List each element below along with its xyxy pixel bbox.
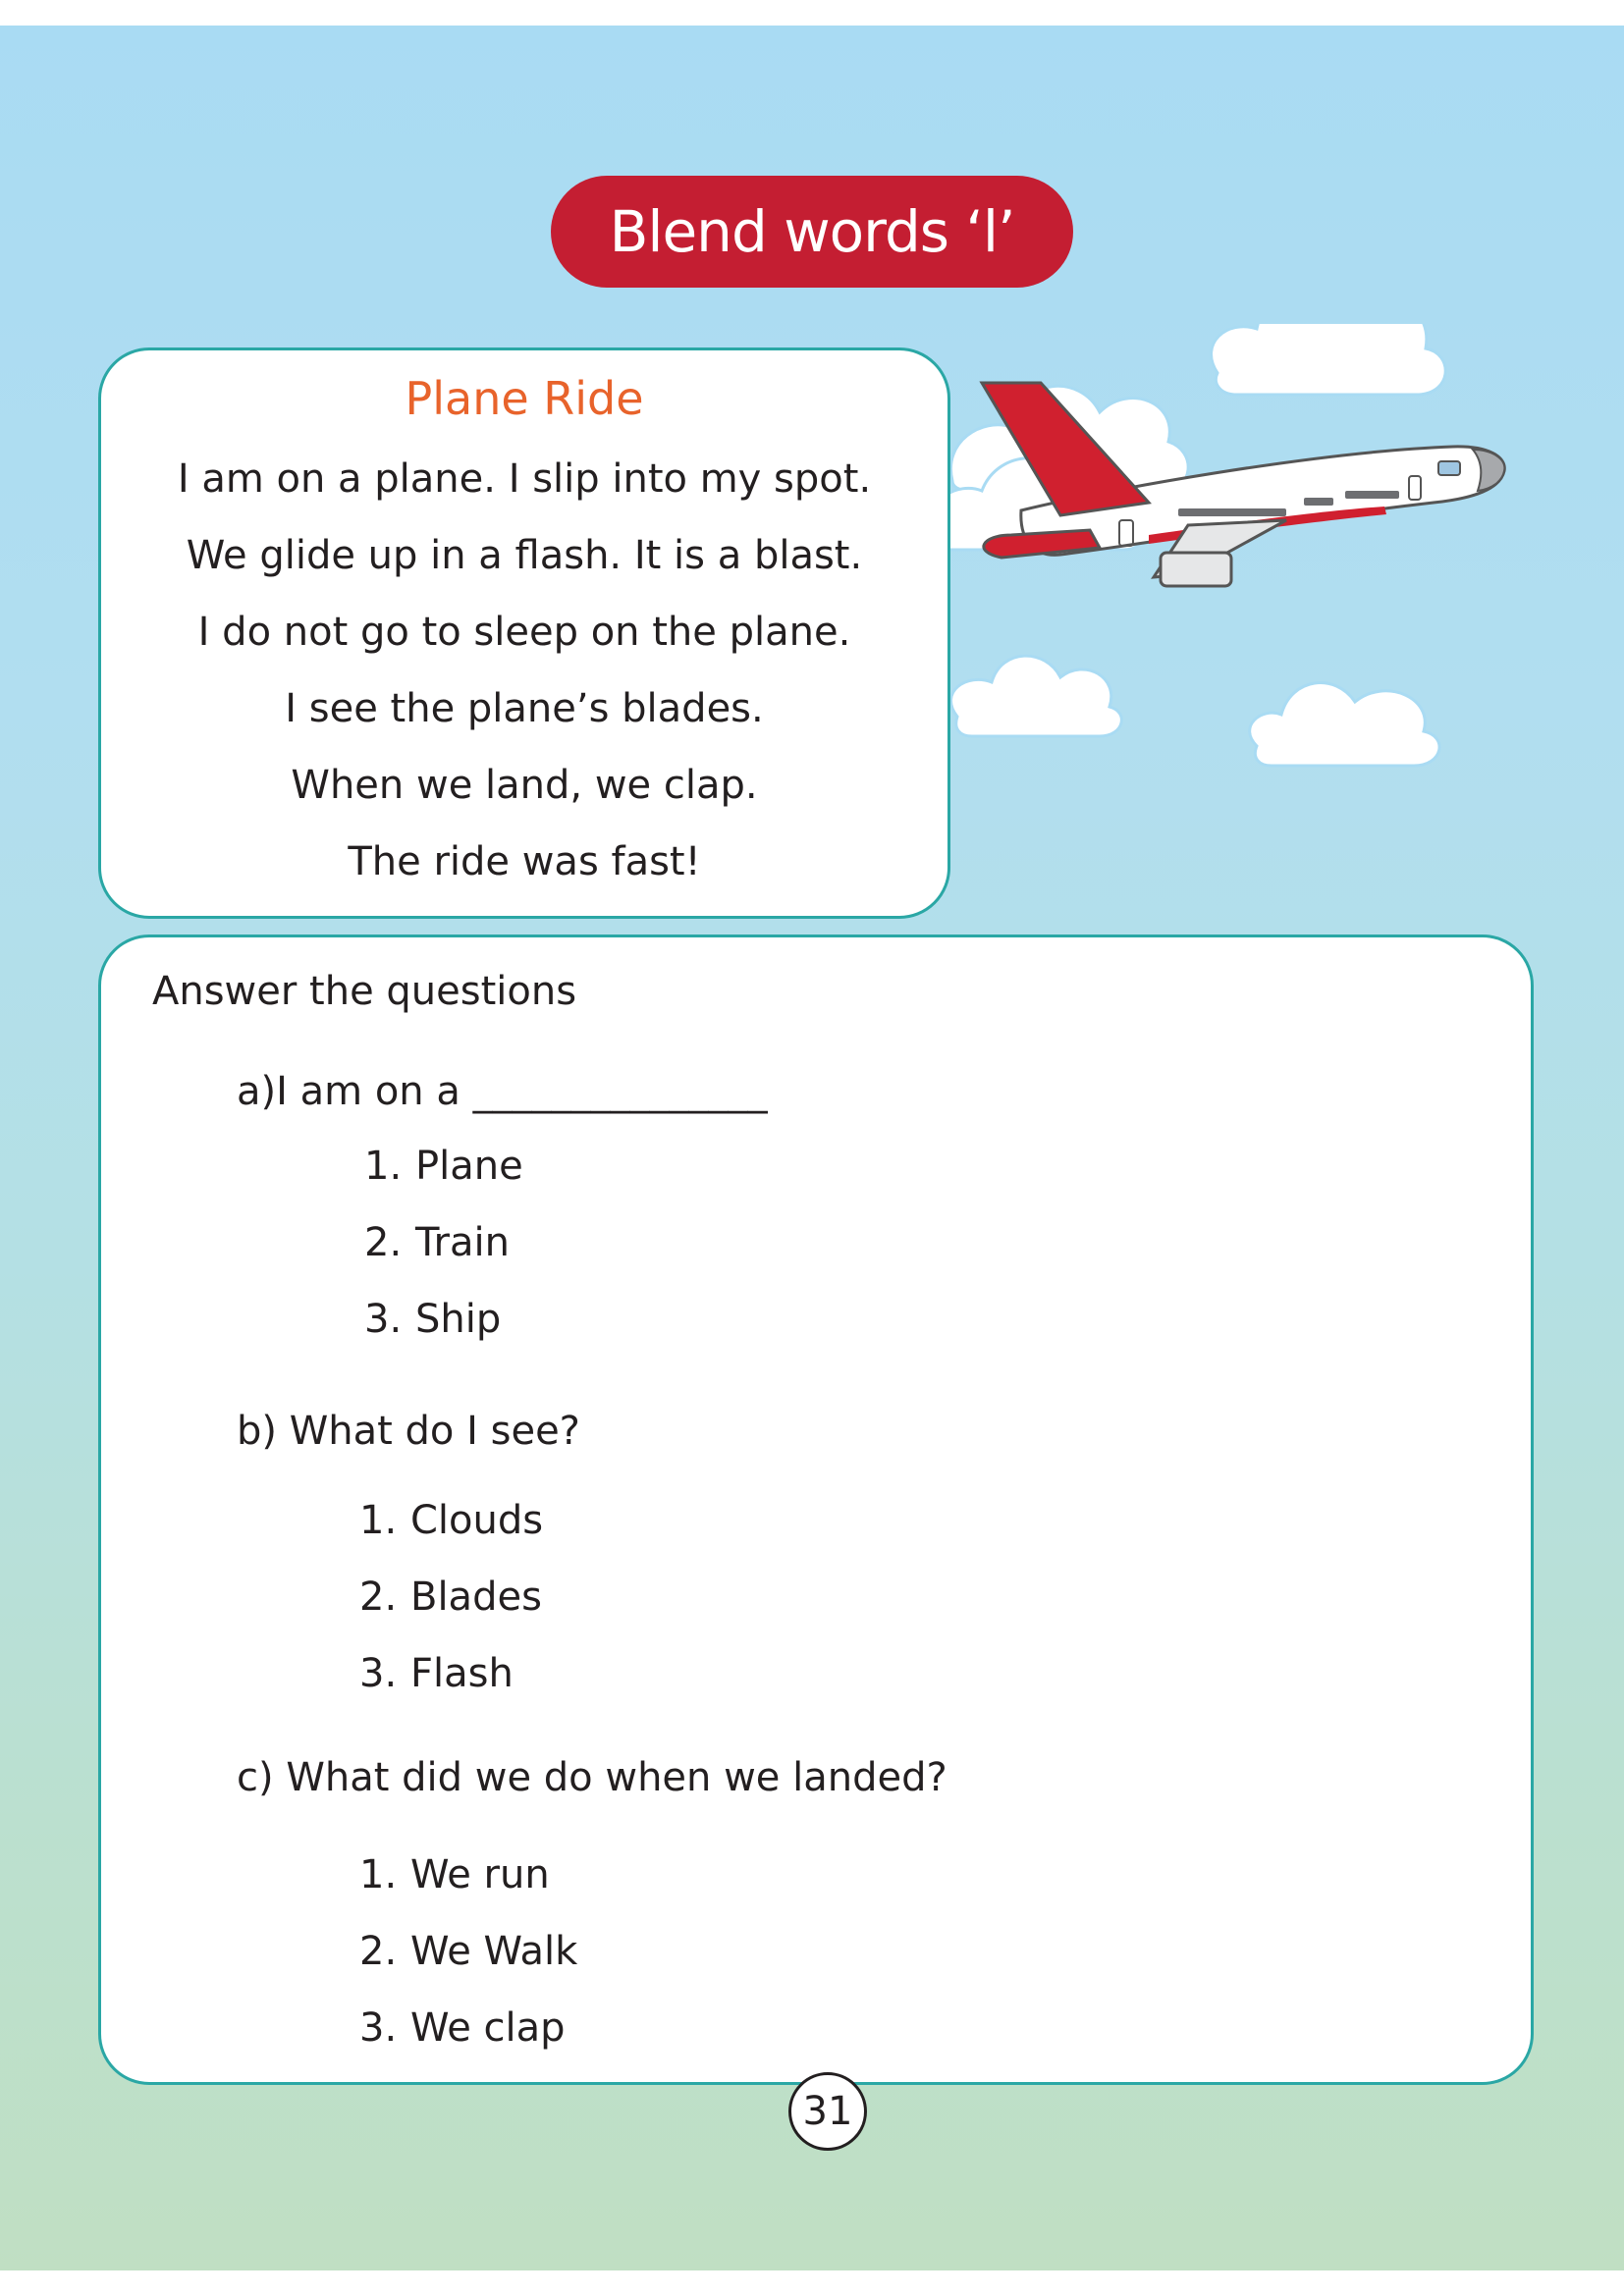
option-number: 1. — [359, 1852, 398, 1897]
story-line: When we land, we clap. — [291, 763, 758, 808]
option-number: 1. — [364, 1144, 403, 1189]
answer-option[interactable]: 1. Clouds — [359, 1498, 543, 1543]
questions-box: Answer the questions a)I am on a _______… — [98, 934, 1534, 2085]
option-text: Blades — [410, 1575, 542, 1620]
story-title: Plane Ride — [405, 372, 644, 425]
option-number: 3. — [359, 1651, 398, 1696]
story-line: The ride was fast! — [348, 839, 701, 884]
answer-option[interactable]: 3. We clap — [359, 2005, 566, 2051]
option-text: Train — [415, 1220, 510, 1265]
cloud-icon — [1248, 681, 1441, 768]
option-text: We run — [410, 1852, 550, 1897]
story-line: I do not go to sleep on the plane. — [197, 610, 851, 655]
story-line: I see the plane’s blades. — [285, 686, 764, 731]
option-text: We clap — [410, 2005, 566, 2051]
airplane-with-clouds-icon — [943, 324, 1506, 768]
cloud-icon — [949, 654, 1123, 738]
option-number: 2. — [364, 1220, 403, 1265]
question-a: a)I am on a _______________ — [237, 1069, 768, 1114]
option-number: 1. — [359, 1498, 398, 1543]
story-line: I am on a plane. I slip into my spot. — [177, 456, 872, 502]
option-text: Plane — [415, 1144, 523, 1189]
question-c: c) What did we do when we landed? — [237, 1755, 947, 1800]
question-b: b) What do I see? — [237, 1409, 580, 1454]
story-line: We glide up in a flash. It is a blast. — [186, 533, 863, 578]
cloud-icon — [1210, 324, 1447, 397]
option-number: 3. — [364, 1297, 403, 1342]
answer-option[interactable]: 3. Flash — [359, 1651, 514, 1696]
option-text: We Walk — [410, 1929, 578, 1974]
answer-option[interactable]: 2. We Walk — [359, 1929, 577, 1974]
page-title: Blend words ‘l’ — [551, 176, 1073, 288]
questions-heading: Answer the questions — [152, 969, 577, 1014]
option-text: Ship — [415, 1297, 502, 1342]
option-text: Clouds — [410, 1498, 544, 1543]
story-box: Plane Ride I am on a plane. I slip into … — [98, 347, 950, 919]
option-number: 2. — [359, 1929, 398, 1974]
answer-option[interactable]: 1. We run — [359, 1852, 550, 1897]
option-number: 3. — [359, 2005, 398, 2051]
answer-option[interactable]: 2. Blades — [359, 1575, 542, 1620]
airplane-icon — [979, 381, 1506, 588]
option-number: 2. — [359, 1575, 398, 1620]
page-number: 31 — [788, 2072, 867, 2151]
answer-option[interactable]: 3. Ship — [364, 1297, 501, 1342]
option-text: Flash — [410, 1651, 514, 1696]
answer-option[interactable]: 2. Train — [364, 1220, 510, 1265]
answer-option[interactable]: 1. Plane — [364, 1144, 523, 1189]
